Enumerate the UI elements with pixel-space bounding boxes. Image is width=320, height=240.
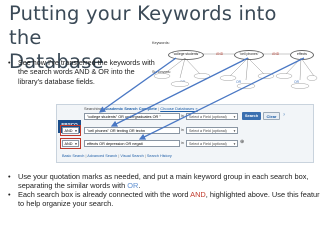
database-name[interactable]: Academic Search Complete xyxy=(104,106,157,111)
link-separator: | xyxy=(144,154,146,158)
field-select-1[interactable]: Select a Field (optional) ▼ xyxy=(186,113,238,120)
chevron-down-icon: ▼ xyxy=(233,129,236,133)
help-icon[interactable]: ? xyxy=(283,113,285,117)
search-term-input-3[interactable]: effects OR depression OR negati xyxy=(84,140,180,147)
mindmap-branches xyxy=(153,53,318,89)
advanced-search-link[interactable]: Advanced Search xyxy=(87,154,117,158)
search-history-link[interactable]: Search History xyxy=(147,154,172,158)
basic-search-link[interactable]: Basic Search xyxy=(62,154,84,158)
and-highlight-3 xyxy=(60,138,81,149)
visual-search-link[interactable]: Visual Search xyxy=(120,154,143,158)
clear-button[interactable]: Clear xyxy=(263,112,280,120)
search-mode-links: Basic Search | Advanced Search | Visual … xyxy=(62,154,172,158)
search-button[interactable]: Search xyxy=(242,112,261,120)
search-term-input-2[interactable]: "cell phones" OR texting OR techn xyxy=(84,127,180,134)
bullet-quotes-text: Use your quotation marks as needed, and … xyxy=(18,172,309,191)
bullet-connect-pre: Each search box is already connected wit… xyxy=(18,190,189,199)
field-select-2-value: Select a Field (optional) xyxy=(189,129,227,133)
bullet-quotes: • Use your quotation marks as needed, an… xyxy=(8,172,320,191)
field-select-1-value: Select a Field (optional) xyxy=(189,115,227,119)
in-label-2: in xyxy=(181,128,184,132)
field-select-2[interactable]: Select a Field (optional) ▼ xyxy=(186,127,238,134)
in-label-1: in xyxy=(181,114,184,118)
keyword-mindmap: Keywords: Synonyms: "college students" "… xyxy=(150,40,318,102)
search-term-input-1[interactable]: "college students" OR undergraduates OR … xyxy=(84,113,180,120)
bullet-intro: • See how I've transferred the keywords … xyxy=(8,58,156,86)
bullet-intro-text: See how I've transferred the keywords wi… xyxy=(18,58,155,86)
field-select-3-value: Select a Field (optional) xyxy=(189,142,227,146)
bullet-marker: • xyxy=(8,190,11,199)
choose-databases-link[interactable]: Choose Databases » xyxy=(160,106,197,111)
bullet-marker: • xyxy=(8,58,11,67)
bullet-quotes-or: OR xyxy=(127,181,139,191)
searching-label: Searching: xyxy=(84,106,104,111)
bullet-connect: • Each search box is already connected w… xyxy=(8,190,320,209)
searching-bar: Searching: Academic Search Complete | Ch… xyxy=(84,106,198,111)
field-select-3[interactable]: Select a Field (optional) ▼ xyxy=(186,140,238,147)
bullet-marker: • xyxy=(8,172,11,181)
in-label-3: in xyxy=(181,141,184,145)
bullet-connect-and: AND xyxy=(190,190,206,199)
chevron-down-icon: ▼ xyxy=(233,142,236,146)
and-highlight-2 xyxy=(60,125,81,136)
chevron-down-icon: ▼ xyxy=(233,115,236,119)
add-row-icon[interactable]: ⊕ xyxy=(240,139,244,145)
